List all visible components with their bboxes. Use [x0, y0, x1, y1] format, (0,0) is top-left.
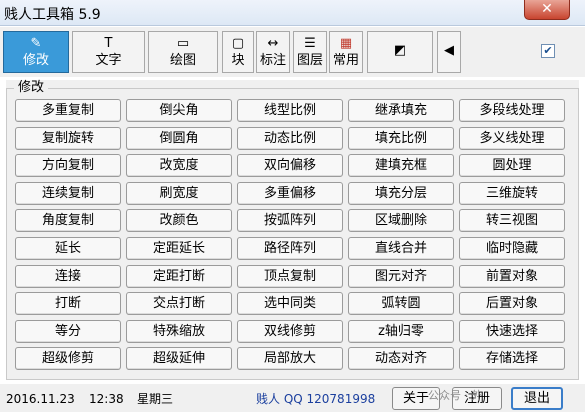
command-button[interactable]: 特殊缩放 [126, 320, 232, 343]
command-button[interactable]: 角度复制 [15, 209, 121, 232]
command-button[interactable]: 多重复制 [15, 99, 121, 122]
watermark: 公众号 · 外 [428, 389, 483, 402]
command-button[interactable]: 倒圆角 [126, 127, 232, 150]
command-button[interactable]: 双向偏移 [237, 154, 343, 177]
command-button[interactable]: 方向复制 [15, 154, 121, 177]
tab-layer[interactable]: ☰ 图层 [293, 31, 327, 73]
status-author: 贱人 QQ 120781998 [256, 392, 376, 406]
command-button[interactable]: 倒尖角 [126, 99, 232, 122]
block-icon: ▢ [231, 36, 245, 51]
pencil-icon: ✎ [30, 36, 42, 51]
command-button[interactable]: 直线合并 [348, 237, 454, 260]
command-button[interactable]: 等分 [15, 320, 121, 343]
tab-draw-label: 绘图 [169, 53, 196, 68]
tab-modify-label: 修改 [22, 53, 49, 68]
command-button[interactable]: 连接 [15, 265, 121, 288]
command-button[interactable]: 打断 [15, 292, 121, 315]
modify-panel: 修改 多重复制 倒尖角 线型比例 继承填充 多段线处理复制旋转 倒圆角 动态比例 填充比例 多义… [6, 80, 579, 380]
command-button[interactable]: 双线修剪 [237, 320, 343, 343]
command-button[interactable]: 弧转圆 [348, 292, 454, 315]
command-button[interactable]: 定距延长 [126, 237, 232, 260]
tab-common-label: 常用 [332, 53, 359, 68]
command-button[interactable]: 刷宽度 [126, 182, 232, 205]
close-button[interactable]: ✕ [524, 0, 570, 20]
command-button[interactable]: 顶点复制 [237, 265, 343, 288]
tab-modify[interactable]: ✎ 修改 [3, 31, 69, 73]
command-button[interactable]: 局部放大 [237, 347, 343, 370]
title-bar: 贱人工具箱 5.9 ✕ [0, 0, 585, 26]
command-button[interactable]: 三维旋转 [459, 182, 565, 205]
command-button[interactable]: 转三视图 [459, 209, 565, 232]
exit-button[interactable]: 退出 [511, 387, 563, 410]
group-label: 修改 [14, 80, 49, 96]
command-button[interactable]: 改宽度 [126, 154, 232, 177]
command-button[interactable]: 延长 [15, 237, 121, 260]
command-button[interactable]: 超级延伸 [126, 347, 232, 370]
command-button[interactable]: 多段线处理 [459, 99, 565, 122]
tab-common[interactable]: ▦ 常用 [329, 31, 363, 73]
arrow-left-icon: ◀ [444, 43, 454, 58]
window-arrow-icon: ◩ [393, 43, 407, 58]
command-button[interactable]: 图元对齐 [348, 265, 454, 288]
status-bar: 2016.11.23 12:38 星期三 贱人 QQ 120781998 关于 … [0, 384, 585, 412]
grid-icon: ▦ [339, 36, 353, 51]
command-button[interactable]: 快速选择 [459, 320, 565, 343]
command-button[interactable]: 前置对象 [459, 265, 565, 288]
close-icon: ✕ [541, 1, 553, 17]
command-button[interactable]: 定距打断 [126, 265, 232, 288]
collapse-button[interactable]: ◀ [437, 31, 461, 73]
command-button[interactable]: 超级修剪 [15, 347, 121, 370]
command-button[interactable]: 存储选择 [459, 347, 565, 370]
text-icon: T [104, 36, 113, 51]
command-button[interactable]: z轴归零 [348, 320, 454, 343]
tab-dimension-label: 标注 [259, 53, 286, 68]
command-button[interactable]: 多重偏移 [237, 182, 343, 205]
tab-layer-label: 图层 [296, 53, 323, 68]
tab-text[interactable]: T 文字 [72, 31, 145, 73]
tab-draw[interactable]: ▭ 绘图 [148, 31, 218, 73]
command-button[interactable]: 交点打断 [126, 292, 232, 315]
command-button[interactable]: 继承填充 [348, 99, 454, 122]
command-button[interactable]: 改颜色 [126, 209, 232, 232]
command-button[interactable]: 选中同类 [237, 292, 343, 315]
tab-block-label: 块 [231, 53, 245, 68]
status-date: 2016.11.23 [6, 392, 75, 406]
status-time: 12:38 [89, 392, 124, 406]
command-button[interactable]: 临时隐藏 [459, 237, 565, 260]
command-button[interactable]: 动态比例 [237, 127, 343, 150]
tab-block[interactable]: ▢ 块 [222, 31, 254, 73]
command-button[interactable]: 线型比例 [237, 99, 343, 122]
command-button[interactable]: 填充分层 [348, 182, 454, 205]
toolbar: ✎ 修改 T 文字 ▭ 绘图 ▢ 块 ↔ 标注 ☰ 图层 ▦ 常用 ◩ ◀ ✔ [0, 27, 585, 77]
command-button[interactable]: 动态对齐 [348, 347, 454, 370]
command-button[interactable]: 复制旋转 [15, 127, 121, 150]
window-title: 贱人工具箱 5.9 [4, 7, 101, 23]
tab-more[interactable]: ◩ [367, 31, 433, 73]
draw-icon: ▭ [176, 36, 190, 51]
tab-text-label: 文字 [95, 53, 122, 68]
command-button[interactable]: 后置对象 [459, 292, 565, 315]
command-button[interactable]: 路径阵列 [237, 237, 343, 260]
command-grid: 多重复制 倒尖角 线型比例 继承填充 多段线处理复制旋转 倒圆角 动态比例 填充比例 多义线处理… [15, 99, 570, 377]
topmost-checkbox[interactable]: ✔ [541, 44, 555, 58]
dimension-icon: ↔ [267, 36, 279, 51]
command-button[interactable]: 按弧阵列 [237, 209, 343, 232]
command-button[interactable]: 多义线处理 [459, 127, 565, 150]
command-button[interactable]: 圆处理 [459, 154, 565, 177]
status-weekday: 星期三 [137, 392, 174, 406]
tab-dimension[interactable]: ↔ 标注 [256, 31, 290, 73]
command-button[interactable]: 建填充框 [348, 154, 454, 177]
command-button[interactable]: 连续复制 [15, 182, 121, 205]
command-button[interactable]: 填充比例 [348, 127, 454, 150]
layer-icon: ☰ [304, 36, 316, 51]
command-button[interactable]: 区域删除 [348, 209, 454, 232]
